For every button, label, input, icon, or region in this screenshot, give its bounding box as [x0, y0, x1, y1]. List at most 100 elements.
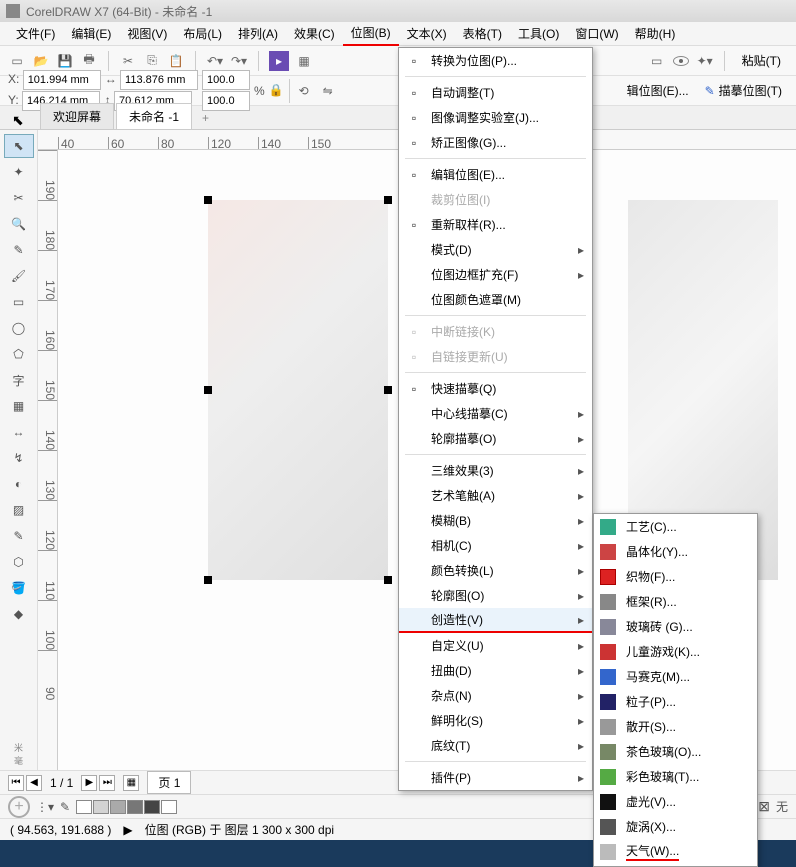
- options-icon[interactable]: ✦▾: [696, 52, 714, 70]
- transparency-tool-icon[interactable]: ▨: [4, 498, 34, 522]
- ruler-vertical[interactable]: 19018017016015014013012011010090: [38, 150, 58, 770]
- width-input[interactable]: [120, 70, 198, 90]
- page-tab[interactable]: 页 1: [147, 771, 191, 794]
- smart-fill-icon[interactable]: ◆: [4, 602, 34, 626]
- x-position-input[interactable]: [23, 70, 101, 90]
- menu-item[interactable]: 织物(F)...: [594, 564, 757, 589]
- zoom-tool-icon[interactable]: 🔍: [4, 212, 34, 236]
- menu-item[interactable]: 玻璃砖 (G)...: [594, 614, 757, 639]
- interactive-fill-icon[interactable]: ◐: [4, 472, 34, 496]
- mirror-h-icon[interactable]: ⇋: [318, 81, 338, 101]
- resize-handle[interactable]: [384, 386, 392, 394]
- menu-item[interactable]: 粒子(P)...: [594, 689, 757, 714]
- menu-item[interactable]: 中心线描摹(C)▸: [399, 401, 592, 426]
- menu-item[interactable]: 位图颜色遮罩(M): [399, 287, 592, 312]
- menu-item[interactable]: 效果(C): [286, 22, 343, 45]
- save-icon[interactable]: 💾: [56, 52, 74, 70]
- pick-tool-icon[interactable]: ⬉: [4, 134, 34, 158]
- menu-item[interactable]: 文本(X): [399, 22, 455, 45]
- menu-item[interactable]: 彩色玻璃(T)...: [594, 764, 757, 789]
- add-page-button[interactable]: ▦: [123, 775, 139, 791]
- publish-icon[interactable]: ▦: [295, 52, 313, 70]
- launch-icon[interactable]: ▸: [269, 51, 289, 71]
- menu-item[interactable]: 位图边框扩充(F)▸: [399, 262, 592, 287]
- dimension-tool-icon[interactable]: ↔: [4, 420, 34, 444]
- new-icon[interactable]: ▭: [8, 52, 26, 70]
- menu-item[interactable]: 创造性(V)▸: [399, 608, 592, 633]
- swatch[interactable]: [76, 800, 92, 814]
- menu-item[interactable]: 框架(R)...: [594, 589, 757, 614]
- menu-item[interactable]: 工艺(C)...: [594, 514, 757, 539]
- swatch[interactable]: [127, 800, 143, 814]
- polygon-tool-icon[interactable]: ⬠: [4, 342, 34, 366]
- menu-item[interactable]: 编辑(E): [63, 22, 119, 45]
- menu-item[interactable]: 轮廓描摹(O)▸: [399, 426, 592, 451]
- menu-item[interactable]: 窗口(W): [567, 22, 626, 45]
- menu-item[interactable]: 模式(D)▸: [399, 237, 592, 262]
- last-page-button[interactable]: ⏭: [99, 775, 115, 791]
- menu-item[interactable]: 鲜明化(S)▸: [399, 708, 592, 733]
- first-page-button[interactable]: ⏮: [8, 775, 24, 791]
- paste-icon[interactable]: 📋: [167, 52, 185, 70]
- edit-bitmap-button[interactable]: 辑位图(E)...: [621, 79, 695, 102]
- table-tool-icon[interactable]: ▦: [4, 394, 34, 418]
- menu-item[interactable]: 天气(W)...: [594, 839, 757, 864]
- shape-tool-icon[interactable]: ✦: [4, 160, 34, 184]
- freehand-tool-icon[interactable]: ✎: [4, 238, 34, 262]
- menu-item[interactable]: 旋涡(X)...: [594, 814, 757, 839]
- text-tool-icon[interactable]: 字: [4, 368, 34, 392]
- resize-handle[interactable]: [384, 576, 392, 584]
- cut-icon[interactable]: ✂: [119, 52, 137, 70]
- menu-item[interactable]: 视图(V): [119, 22, 175, 45]
- menu-item[interactable]: 杂点(N)▸: [399, 683, 592, 708]
- menu-item[interactable]: 艺术笔触(A)▸: [399, 483, 592, 508]
- options-small-icon[interactable]: ⋮▾: [36, 800, 54, 814]
- tab-document[interactable]: 未命名 -1: [116, 103, 192, 129]
- artistic-media-icon[interactable]: 🖌: [4, 264, 34, 288]
- eyedropper-tool-icon[interactable]: ✎: [4, 524, 34, 548]
- connector-tool-icon[interactable]: ↯: [4, 446, 34, 470]
- menu-item[interactable]: 扭曲(D)▸: [399, 658, 592, 683]
- eyedropper-small-icon[interactable]: ✎: [60, 800, 70, 814]
- menu-item[interactable]: 底纹(T)▸: [399, 733, 592, 758]
- print-icon[interactable]: 🖶: [80, 52, 98, 70]
- view-icon[interactable]: [672, 52, 690, 70]
- next-page-button[interactable]: ▶: [81, 775, 97, 791]
- swatch[interactable]: [110, 800, 126, 814]
- tab-welcome[interactable]: 欢迎屏幕: [40, 103, 114, 129]
- undo-icon[interactable]: ↶▾: [206, 52, 224, 70]
- resize-handle[interactable]: [204, 196, 212, 204]
- redo-icon[interactable]: ↷▾: [230, 52, 248, 70]
- swatch[interactable]: [93, 800, 109, 814]
- menu-item[interactable]: ▫自动调整(T): [399, 80, 592, 105]
- menu-item[interactable]: 颜色转换(L)▸: [399, 558, 592, 583]
- menu-item[interactable]: 位图(B): [343, 21, 399, 46]
- add-tab-button[interactable]: +: [194, 107, 217, 129]
- ellipse-tool-icon[interactable]: ◯: [4, 316, 34, 340]
- menu-item[interactable]: ▫转换为位图(P)...: [399, 48, 592, 73]
- menu-item[interactable]: ▫编辑位图(E)...: [399, 162, 592, 187]
- crop-tool-icon[interactable]: ✂: [4, 186, 34, 210]
- menu-item[interactable]: 排列(A): [230, 22, 286, 45]
- resize-handle[interactable]: [204, 576, 212, 584]
- swatch[interactable]: [144, 800, 160, 814]
- menu-item[interactable]: 相机(C)▸: [399, 533, 592, 558]
- swatch[interactable]: [161, 800, 177, 814]
- zoom-plus-icon[interactable]: +: [8, 796, 30, 818]
- menu-item[interactable]: 插件(P)▸: [399, 765, 592, 790]
- lock-ratio-icon[interactable]: 🔒: [269, 83, 285, 99]
- menu-item[interactable]: 帮助(H): [627, 22, 684, 45]
- menu-item[interactable]: 表格(T): [455, 22, 510, 45]
- menu-item[interactable]: 工具(O): [510, 22, 567, 45]
- menu-item[interactable]: 马赛克(M)...: [594, 664, 757, 689]
- menu-item[interactable]: 自定义(U)▸: [399, 633, 592, 658]
- scale-x-input[interactable]: [202, 70, 250, 90]
- menu-item[interactable]: ▫快速描摹(Q): [399, 376, 592, 401]
- menu-item[interactable]: 轮廓图(O)▸: [399, 583, 592, 608]
- copy-icon[interactable]: ⎘: [143, 52, 161, 70]
- menu-item[interactable]: 布局(L): [175, 22, 230, 45]
- selected-bitmap-object[interactable]: [208, 200, 388, 580]
- outline-tool-icon[interactable]: ⬡: [4, 550, 34, 574]
- menu-item[interactable]: 儿童游戏(K)...: [594, 639, 757, 664]
- fill-tool-icon[interactable]: 🪣: [4, 576, 34, 600]
